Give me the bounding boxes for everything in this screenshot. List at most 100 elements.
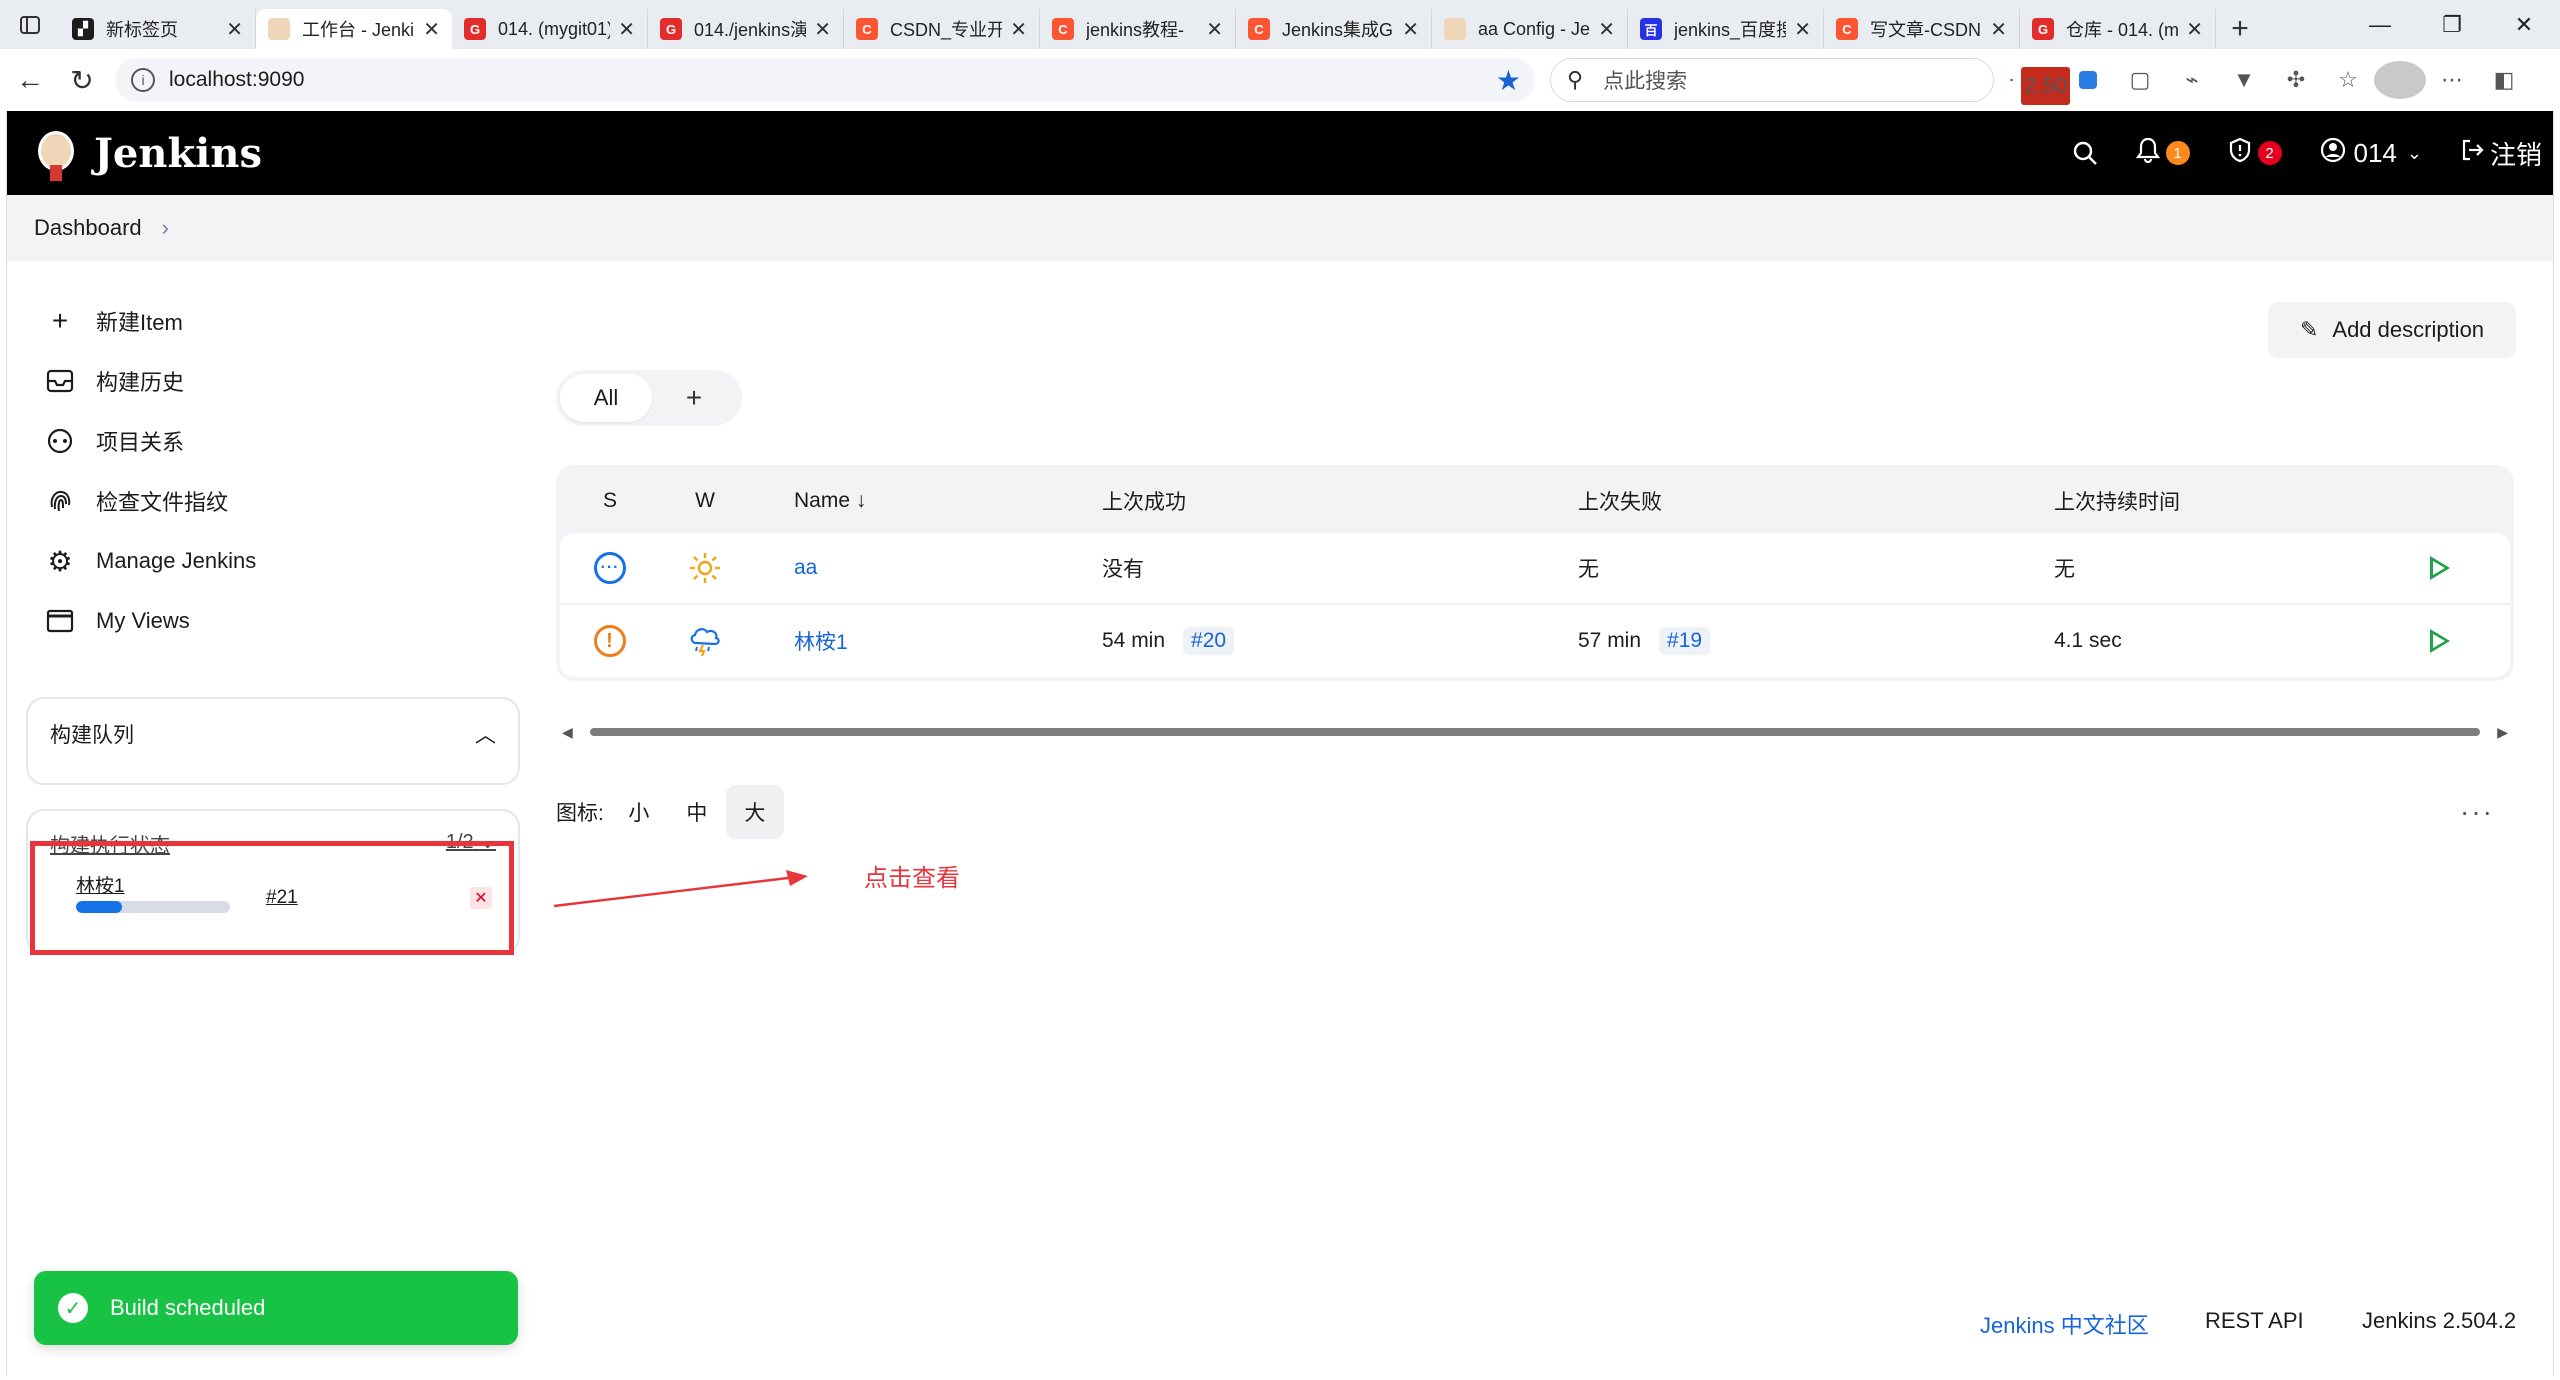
chevron-up-icon[interactable]: ︿	[475, 719, 496, 749]
browser-tab[interactable]: C 写文章-CSDN ✕	[1824, 9, 2020, 49]
extensions-puzzle-icon[interactable]: ✣	[2270, 61, 2322, 99]
user-icon	[2320, 137, 2346, 170]
status-pending-icon[interactable]: ···	[594, 552, 626, 584]
browser-tab[interactable]: C Jenkins集成Git ✕	[1236, 9, 1432, 49]
close-tab-icon[interactable]: ✕	[2186, 17, 2203, 42]
scroll-right-icon[interactable]: ▶	[2497, 724, 2508, 741]
extension-icon[interactable]: ▼	[2218, 61, 2270, 99]
header-status[interactable]: S	[560, 489, 660, 513]
extension-icon[interactable]: 2.50	[2010, 61, 2070, 105]
job-link[interactable]: aa	[794, 556, 817, 579]
address-bar[interactable]: i localhost:9090 ★	[115, 58, 1535, 102]
close-tab-icon[interactable]: ✕	[1402, 17, 1419, 42]
profile-avatar[interactable]	[2374, 61, 2426, 99]
horizontal-scrollbar[interactable]: ◀ ▶	[562, 724, 2508, 740]
browser-tab[interactable]: G 仓库 - 014. (m) ✕	[2020, 9, 2216, 49]
icon-size-label: 图标:	[556, 802, 604, 825]
last-failure-text: 57 min	[1578, 629, 1642, 652]
browser-tab[interactable]: ▞ 新标签页 ✕	[60, 9, 256, 49]
minimize-icon[interactable]: —	[2344, 0, 2416, 49]
build-now-icon[interactable]	[2430, 556, 2450, 580]
jenkins-logo[interactable]	[32, 123, 80, 183]
sidebar-item-label: 构建历史	[96, 370, 185, 395]
sidebar-item-my-views[interactable]: My Views	[6, 591, 526, 651]
icon-size-large[interactable]: 大	[725, 785, 784, 839]
close-tab-icon[interactable]: ✕	[423, 17, 440, 42]
add-description-button[interactable]: ✎ Add description	[2268, 302, 2516, 358]
browser-tab[interactable]: aa Config - Jenkins ✕	[1432, 9, 1628, 49]
header-last-failure[interactable]: 上次失败	[1534, 486, 2010, 516]
sidebar-item-build-history[interactable]: 构建历史	[6, 351, 526, 411]
chevron-right-icon[interactable]: ›	[162, 215, 169, 241]
sidebar-item-fingerprint[interactable]: 检查文件指纹	[6, 471, 526, 531]
status-unstable-icon[interactable]: !	[594, 625, 626, 657]
notifications-button[interactable]: 1	[2135, 137, 2190, 170]
close-tab-icon[interactable]: ✕	[226, 17, 243, 42]
favorite-star-icon[interactable]: ★	[1496, 64, 1521, 97]
tab-title: 014./jenkins演示	[694, 20, 807, 40]
last-success-build-link[interactable]: #20	[1183, 627, 1235, 655]
footer-community-link[interactable]: Jenkins 中文社区	[1980, 1308, 2149, 1338]
tab-title: jenkins_百度搜索	[1674, 20, 1787, 40]
close-window-icon[interactable]: ✕	[2488, 0, 2560, 49]
jobs-table: S W Name ↓ 上次成功 上次失败 上次持续时间 ··· aa 没有 无 …	[556, 465, 2514, 681]
last-failure-build-link[interactable]: #19	[1659, 627, 1711, 655]
security-button[interactable]: 2	[2228, 137, 2282, 170]
close-tab-icon[interactable]: ✕	[618, 17, 635, 42]
browser-tab[interactable]: G 014./jenkins演示 ✕	[648, 9, 844, 49]
job-link[interactable]: 林桉1	[794, 631, 848, 654]
inbox-icon	[44, 365, 76, 397]
browser-tab[interactable]: C jenkins教程- ✕	[1040, 9, 1236, 49]
close-tab-icon[interactable]: ✕	[814, 17, 831, 42]
browser-tab[interactable]: C CSDN_专业开发者 ✕	[844, 9, 1040, 49]
extension-icon[interactable]: ⌁	[2166, 61, 2218, 99]
new-tab-button[interactable]: +	[2216, 9, 2264, 49]
tab-all[interactable]: All	[560, 374, 652, 422]
restore-icon[interactable]: ❐	[2416, 0, 2488, 49]
close-tab-icon[interactable]: ✕	[1206, 17, 1223, 42]
build-scheduled-toast[interactable]: ✓ Build scheduled	[34, 1271, 518, 1345]
logout-button[interactable]: 注销	[2460, 135, 2542, 172]
jenkins-title[interactable]: Jenkins	[94, 130, 262, 177]
breadcrumb-dashboard[interactable]: Dashboard	[34, 215, 142, 241]
favorites-icon[interactable]: ☆	[2322, 61, 2374, 99]
scrollbar-thumb[interactable]	[590, 728, 2480, 736]
extension-icon[interactable]: ▢	[2114, 61, 2166, 99]
close-tab-icon[interactable]: ✕	[1598, 17, 1615, 42]
add-view-button[interactable]: +	[664, 374, 724, 422]
tab-title: 新标签页	[106, 20, 178, 40]
storm-weather-icon[interactable]	[660, 623, 750, 659]
more-menu-icon[interactable]: ⋯	[2426, 61, 2478, 99]
browser-search-box[interactable]: ⚲ 点此搜索	[1550, 58, 1994, 102]
sidebar-item-project-relationship[interactable]: 项目关系	[6, 411, 526, 471]
header-weather[interactable]: W	[660, 489, 750, 513]
back-icon[interactable]: ←	[4, 54, 56, 106]
tab-actions-icon[interactable]	[0, 0, 60, 49]
close-tab-icon[interactable]: ✕	[1794, 17, 1811, 42]
footer-version-link[interactable]: Jenkins 2.504.2	[2362, 1308, 2516, 1338]
sidebar-item-new-item[interactable]: + 新建Item	[6, 291, 526, 351]
icon-size-small[interactable]: 小	[610, 785, 668, 839]
browser-tab[interactable]: G 014. (mygit01) ✕	[452, 9, 648, 49]
sidebar-item-manage-jenkins[interactable]: ⚙ Manage Jenkins	[6, 531, 526, 591]
close-tab-icon[interactable]: ✕	[1010, 17, 1027, 42]
sidebar-toggle-icon[interactable]: ◧	[2478, 61, 2530, 99]
footer-rest-api-link[interactable]: REST API	[2205, 1308, 2304, 1338]
header-name[interactable]: Name ↓	[750, 489, 1058, 513]
close-tab-icon[interactable]: ✕	[1990, 17, 2007, 42]
search-icon[interactable]	[2072, 140, 2098, 166]
sunny-weather-icon[interactable]	[660, 551, 750, 585]
gitee-favicon: G	[464, 18, 486, 40]
more-options-icon[interactable]: ···	[2460, 796, 2494, 828]
icon-size-medium[interactable]: 中	[668, 785, 726, 839]
browser-tab-active[interactable]: 工作台 - Jenkins ✕	[256, 9, 452, 49]
refresh-icon[interactable]: ↻	[56, 54, 108, 106]
build-now-icon[interactable]	[2430, 629, 2450, 653]
browser-tab[interactable]: 百 jenkins_百度搜索 ✕	[1628, 9, 1824, 49]
site-info-icon[interactable]: i	[131, 68, 155, 92]
user-menu[interactable]: 014 ⌄	[2320, 137, 2422, 170]
extension-icon[interactable]	[2062, 61, 2114, 99]
header-last-duration[interactable]: 上次持续时间	[2010, 486, 2390, 516]
header-last-success[interactable]: 上次成功	[1058, 486, 1534, 516]
scroll-left-icon[interactable]: ◀	[562, 724, 573, 741]
